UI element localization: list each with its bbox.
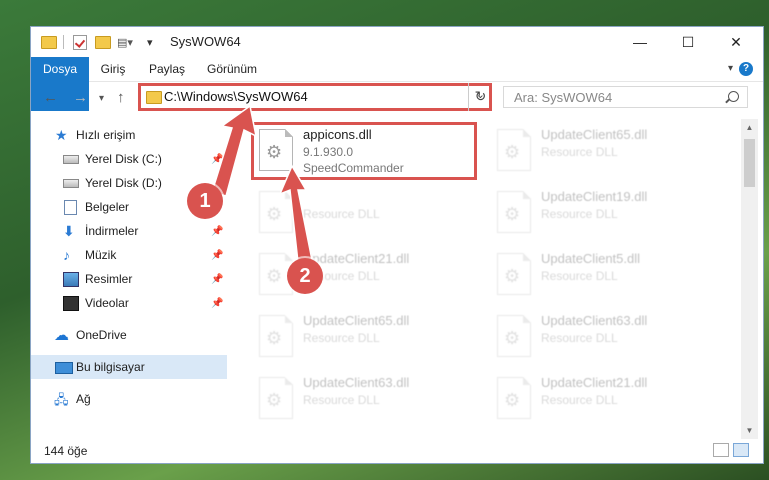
annotation-arrows — [211, 104, 313, 263]
step-2-badge: 2 — [287, 258, 323, 294]
arrow-1 — [211, 104, 258, 197]
step-1-badge: 1 — [187, 183, 223, 219]
arrow-2 — [278, 164, 313, 263]
